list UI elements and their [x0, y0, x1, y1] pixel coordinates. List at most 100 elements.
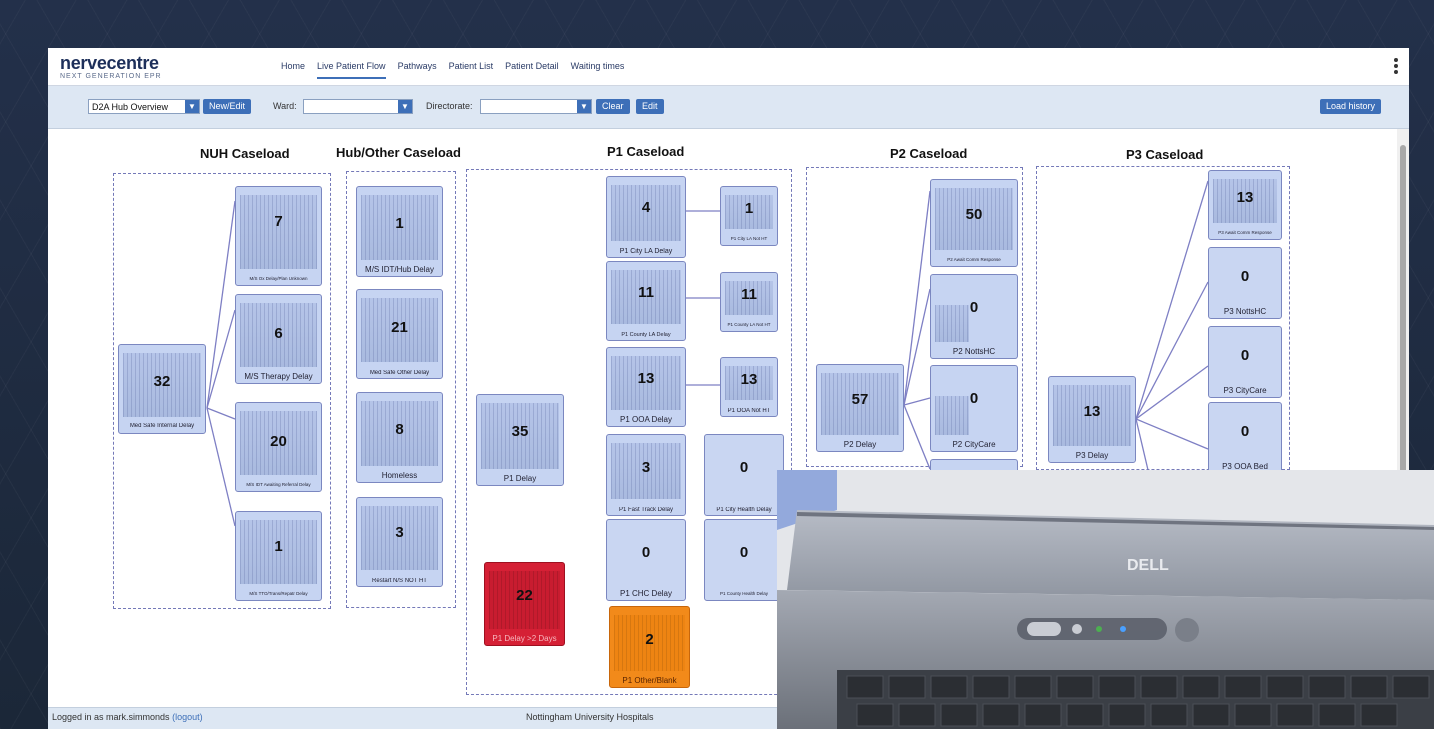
chevron-down-icon: ▼ — [577, 100, 591, 113]
tile-p2-await-comm-response[interactable]: 50 P2 Await Comm Response — [930, 179, 1018, 267]
chevron-down-icon: ▼ — [398, 100, 412, 113]
tile-med-safe-internal-delay[interactable]: 32 Med Safe Internal Delay — [118, 344, 206, 434]
tile-label: P1 Delay — [503, 474, 537, 483]
tile-label: M/S Therapy Delay — [244, 372, 313, 381]
logo-subtitle: NEXT GENERATION EPR — [60, 73, 162, 80]
logout-link[interactable]: (logout) — [172, 712, 203, 722]
tile-p2-delay[interactable]: 57 P2 Delay — [816, 364, 904, 452]
tile-count: 7 — [274, 213, 283, 230]
tile-count: 11 — [638, 284, 654, 301]
p1-caseload-title: P1 Caseload — [607, 144, 685, 159]
tile-count: 13 — [1083, 403, 1101, 420]
directorate-label: Directorate: — [426, 101, 473, 111]
tile-ms-ox-delay[interactable]: 7 M/S Ox Delay/Plan Unknown — [235, 186, 322, 286]
hub-caseload-title: Hub/Other Caseload — [336, 145, 461, 160]
nuh-caseload-title: NUH Caseload — [200, 146, 290, 161]
tile-label: P1 OOA Not HT — [727, 408, 771, 414]
tile-count: 0 — [969, 299, 979, 316]
tile-label: P1 County Health Delay — [719, 591, 769, 596]
tile-label: P1 County LA Not HT — [727, 322, 771, 327]
laptop-illustration: DELL — [777, 470, 1434, 729]
tile-p1-city-la-not-ht[interactable]: 1 P1 City LA Not HT — [720, 186, 778, 246]
tile-ms-idt-delay[interactable]: 20 M/S IDT Awaiting Referral Delay — [235, 402, 322, 492]
tile-label: P2 NottsHC — [952, 347, 996, 356]
tile-count: 35 — [511, 423, 529, 440]
tile-p1-county-health-delay[interactable]: 0 P1 County Health Delay — [704, 519, 784, 601]
p3-caseload-title: P3 Caseload — [1126, 147, 1204, 162]
nav-patient-list[interactable]: Patient List — [449, 61, 494, 79]
tile-p3-citycare[interactable]: 0 P3 CityCare — [1208, 326, 1282, 398]
tile-p3-ooa-bed[interactable]: 0 P3 OOA Bed — [1208, 402, 1282, 474]
tile-p1-ooa-delay[interactable]: 13 P1 OOA Delay — [606, 347, 686, 427]
tile-label: P2 Await Comm Response — [947, 257, 1001, 262]
tile-p1-city-health-delay[interactable]: 0 P1 City Health Delay — [704, 434, 784, 516]
clear-button[interactable]: Clear — [596, 99, 630, 114]
tile-count: 0 — [739, 544, 749, 561]
tile-count: 57 — [851, 391, 869, 408]
tile-count: 13 — [637, 370, 655, 387]
tile-count: 13 — [1236, 189, 1254, 206]
tile-p1-chc-delay[interactable]: 0 P1 CHC Delay — [606, 519, 686, 601]
tile-label: Restart N/S NOT HT — [372, 578, 427, 584]
tile-label: M/S IDT Awaiting Referral Delay — [246, 482, 311, 487]
tile-count: 3 — [641, 459, 651, 476]
toolbar: D2A Hub Overview ▼ New/Edit Ward: ▼ Dire… — [48, 86, 1409, 129]
tile-label: P2 Delay — [843, 440, 877, 449]
nav-live-patient-flow[interactable]: Live Patient Flow — [317, 61, 386, 79]
logo-text: nervecentre — [60, 53, 159, 73]
tile-p1-county-la-delay[interactable]: 11 P1 County LA Delay — [606, 261, 686, 341]
tile-p3-await-comm-response[interactable]: 13 P3 Await Comm Response — [1208, 170, 1282, 240]
tile-p1-fast-track-delay[interactable]: 3 P1 Fast Track Delay — [606, 434, 686, 516]
organisation-name: Nottingham University Hospitals — [526, 712, 654, 722]
tile-p2-nottshc[interactable]: 0 P2 NottsHC — [930, 274, 1018, 359]
ward-select[interactable]: ▼ — [303, 99, 413, 114]
tile-count: 0 — [1240, 347, 1250, 364]
tile-count: 0 — [641, 544, 651, 561]
tile-count: 11 — [741, 286, 757, 303]
tile-p2-citycare[interactable]: 0 P2 CityCare — [930, 365, 1018, 452]
tile-count: 2 — [645, 631, 654, 648]
tile-p3-nottshc[interactable]: 0 P3 NottsHC — [1208, 247, 1282, 319]
more-menu-icon[interactable] — [1393, 56, 1399, 76]
tile-label: P3 NottsHC — [1223, 307, 1267, 316]
tile-ms-tto-delay[interactable]: 1 M/S TTO/Trans/Repatr Delay — [235, 511, 322, 601]
tile-p1-county-la-not-ht[interactable]: 11 P1 County LA Not HT — [720, 272, 778, 332]
load-history-button[interactable]: Load history — [1319, 99, 1381, 114]
tile-p1-delay[interactable]: 35 P1 Delay — [476, 394, 564, 486]
tile-count: 3 — [395, 524, 404, 541]
tile-ms-idt-hub-delay[interactable]: 1 M/S IDT/Hub Delay — [356, 186, 443, 277]
directorate-select[interactable]: ▼ — [480, 99, 592, 114]
nav-pathways[interactable]: Pathways — [398, 61, 437, 79]
tile-count: 32 — [153, 373, 171, 390]
tile-label: P1 Fast Track Delay — [618, 507, 674, 513]
tile-count: 22 — [516, 587, 533, 604]
ward-label: Ward: — [273, 101, 297, 111]
tile-label: M/S TTO/Trans/Repatr Delay — [249, 591, 308, 596]
tile-p1-ooa-not-ht[interactable]: 13 P1 OOA Not HT — [720, 357, 778, 417]
tile-label: P1 CHC Delay — [619, 589, 672, 598]
tile-p1-delay-over-2-days[interactable]: 22 P1 Delay >2 Days — [484, 562, 565, 646]
tile-count: 4 — [641, 199, 651, 216]
tile-count: 1 — [744, 200, 754, 217]
tile-homeless[interactable]: 8 Homeless — [356, 392, 443, 483]
tile-p3-delay[interactable]: 13 P3 Delay — [1048, 376, 1136, 463]
tile-p1-other-blank[interactable]: 2 P1 Other/Blank — [609, 606, 690, 688]
tile-restart-ns-not-ht[interactable]: 3 Restart N/S NOT HT — [356, 497, 443, 587]
top-header: nervecentre NEXT GENERATION EPR Home Liv… — [48, 48, 1409, 86]
tile-count: 0 — [739, 459, 749, 476]
login-status: Logged in as mark.simmonds (logout) — [52, 712, 203, 722]
nav-waiting-times[interactable]: Waiting times — [571, 61, 625, 79]
nav-patient-detail[interactable]: Patient Detail — [505, 61, 559, 79]
edit-button[interactable]: Edit — [636, 99, 664, 114]
tile-med-safe-other-delay[interactable]: 21 Med Safe Other Delay — [356, 289, 443, 379]
tile-label: P1 City Health Delay — [716, 507, 772, 513]
chevron-down-icon: ▼ — [185, 100, 199, 113]
tile-count: 0 — [1240, 268, 1250, 285]
nav-home[interactable]: Home — [281, 61, 305, 79]
new-edit-button[interactable]: New/Edit — [203, 99, 252, 114]
p2-caseload-title: P2 Caseload — [890, 146, 968, 161]
logo: nervecentre NEXT GENERATION EPR — [60, 54, 162, 81]
view-select[interactable]: D2A Hub Overview ▼ — [88, 99, 200, 114]
tile-ms-therapy-delay[interactable]: 6 M/S Therapy Delay — [235, 294, 322, 384]
tile-p1-city-la-delay[interactable]: 4 P1 City LA Delay — [606, 176, 686, 258]
